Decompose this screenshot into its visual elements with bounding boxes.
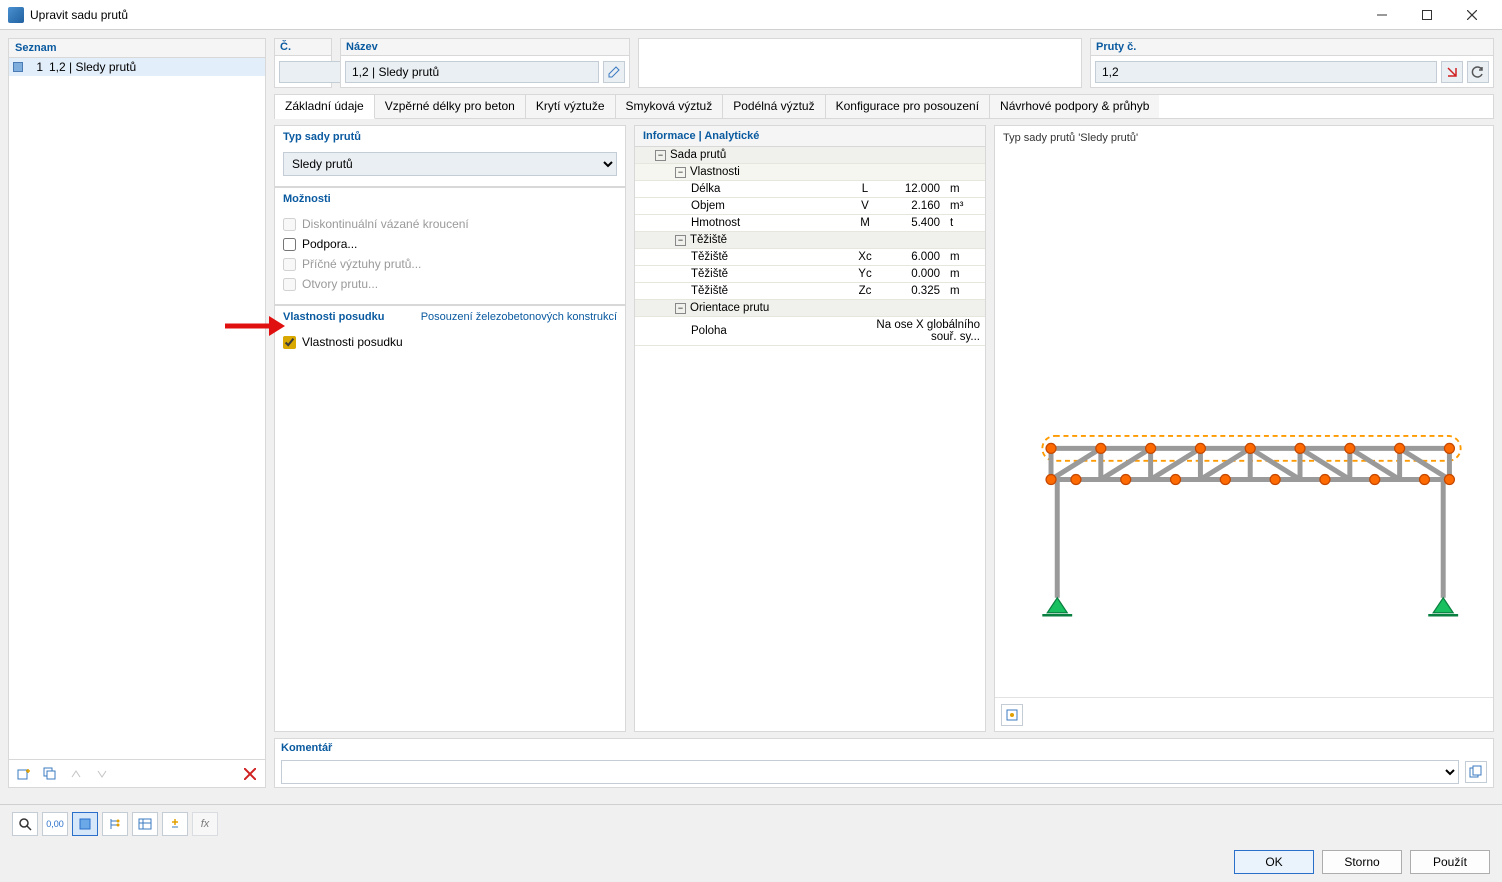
list-item-icon	[13, 62, 23, 72]
viz-settings-button[interactable]	[1001, 704, 1023, 726]
comment-select[interactable]	[281, 760, 1459, 784]
list-item-label: 1,2 | Sledy prutů	[49, 60, 136, 74]
design-check-row[interactable]: Vlastnosti posudku	[283, 332, 617, 352]
viz-canvas[interactable]	[995, 150, 1493, 697]
titlebar: Upravit sadu prutů	[0, 0, 1502, 30]
info-header: Informace | Analytické	[635, 126, 985, 147]
option-checkbox[interactable]	[283, 238, 296, 251]
name-box: Název	[340, 38, 630, 88]
tab-buckling[interactable]: Vzpěrné délky pro beton	[375, 95, 526, 119]
viz-title: Typ sady prutů 'Sledy prutů'	[995, 126, 1493, 150]
option-checkbox	[283, 218, 296, 231]
minimize-button[interactable]	[1359, 0, 1404, 30]
design-checkbox[interactable]	[283, 336, 296, 349]
design-title: Vlastnosti posudku	[283, 311, 384, 323]
number-header: Č.	[275, 39, 331, 56]
tab-longitudinal[interactable]: Podélná výztuž	[723, 95, 825, 119]
tab-cover[interactable]: Krytí výztuže	[526, 95, 616, 119]
tool-units-button[interactable]: 0,00	[42, 812, 68, 836]
option-checkbox	[283, 258, 296, 271]
option-checkbox	[283, 278, 296, 291]
collapse-icon[interactable]: −	[675, 235, 686, 246]
design-check-label: Vlastnosti posudku	[302, 335, 403, 349]
list-panel: Seznam 1 1,2 | Sledy prutů	[8, 38, 266, 788]
new-item-button[interactable]	[13, 763, 35, 785]
comment-header: Komentář	[275, 739, 1493, 757]
option-label: Podpora	[302, 237, 357, 251]
close-button[interactable]	[1449, 0, 1494, 30]
maximize-button[interactable]	[1404, 0, 1449, 30]
pick-members-button[interactable]	[1441, 61, 1463, 83]
collapse-icon[interactable]: −	[675, 167, 686, 178]
info-table: −Sada prutů −Vlastnosti DélkaL12.000m Ob…	[635, 147, 985, 346]
comment-library-button[interactable]	[1465, 761, 1487, 783]
ok-button[interactable]: OK	[1234, 850, 1314, 874]
apply-button[interactable]: Použít	[1410, 850, 1490, 874]
number-box: Č.	[274, 38, 332, 88]
comment-panel: Komentář	[274, 738, 1494, 788]
list-header: Seznam	[9, 39, 265, 58]
tool-pick-button[interactable]	[162, 812, 188, 836]
tool-tree-button[interactable]	[102, 812, 128, 836]
option-label: Otvory prutu	[302, 277, 378, 291]
options-title: Možnosti	[275, 188, 625, 210]
design-link[interactable]: Posouzení železobetonových konstrukcí	[421, 311, 617, 323]
members-box: Pruty č.	[1090, 38, 1494, 88]
window-title: Upravit sadu prutů	[30, 8, 1359, 22]
list-toolbar	[9, 759, 265, 787]
tool-table-button[interactable]	[132, 812, 158, 836]
tool-model-button[interactable]	[72, 812, 98, 836]
mid-box	[638, 38, 1082, 88]
members-header: Pruty č.	[1091, 39, 1493, 56]
sort-up-button[interactable]	[65, 763, 87, 785]
name-input[interactable]	[345, 61, 599, 83]
option-row[interactable]: Podpora	[283, 234, 617, 254]
revert-members-button[interactable]	[1467, 61, 1489, 83]
option-row: Příčné výztuhy prutů	[283, 254, 617, 274]
option-label: Příčné výztuhy prutů	[302, 257, 421, 271]
viz-panel: Typ sady prutů 'Sledy prutů'	[994, 125, 1494, 732]
delete-item-button[interactable]	[239, 763, 261, 785]
right-panel: Č. Název Pruty č.	[274, 38, 1494, 788]
edit-name-button[interactable]	[603, 61, 625, 83]
tabs: Základní údaje Vzpěrné délky pro beton K…	[274, 94, 1494, 119]
list-body[interactable]: 1 1,2 | Sledy prutů	[9, 58, 265, 759]
sort-down-button[interactable]	[91, 763, 113, 785]
name-header: Název	[341, 39, 629, 56]
info-panel: Informace | Analytické −Sada prutů −Vlas…	[634, 125, 986, 732]
option-row: Diskontinuální vázané kroucení	[283, 214, 617, 234]
cancel-button[interactable]: Storno	[1322, 850, 1402, 874]
type-title: Typ sady prutů	[275, 126, 625, 148]
list-item-num: 1	[29, 60, 43, 74]
button-bar: OK Storno Použít	[0, 842, 1502, 882]
viz-toolbar	[995, 697, 1493, 731]
tab-config[interactable]: Konfigurace pro posouzení	[826, 95, 990, 119]
tab-supports[interactable]: Návrhové podpory & průhyb	[990, 95, 1159, 119]
footer-toolbar: 0,00 fx	[0, 804, 1502, 842]
type-select[interactable]: Sledy prutů	[283, 152, 617, 176]
tool-fx-button[interactable]: fx	[192, 812, 218, 836]
tab-shear[interactable]: Smyková výztuž	[616, 95, 724, 119]
list-item[interactable]: 1 1,2 | Sledy prutů	[9, 58, 265, 76]
members-input[interactable]	[1095, 61, 1437, 83]
app-icon	[8, 7, 24, 23]
tool-search-button[interactable]	[12, 812, 38, 836]
option-row: Otvory prutu	[283, 274, 617, 294]
collapse-icon[interactable]: −	[655, 150, 666, 161]
collapse-icon[interactable]: −	[675, 303, 686, 314]
tab-basic[interactable]: Základní údaje	[275, 95, 375, 119]
option-label: Diskontinuální vázané kroucení	[302, 217, 469, 231]
copy-item-button[interactable]	[39, 763, 61, 785]
